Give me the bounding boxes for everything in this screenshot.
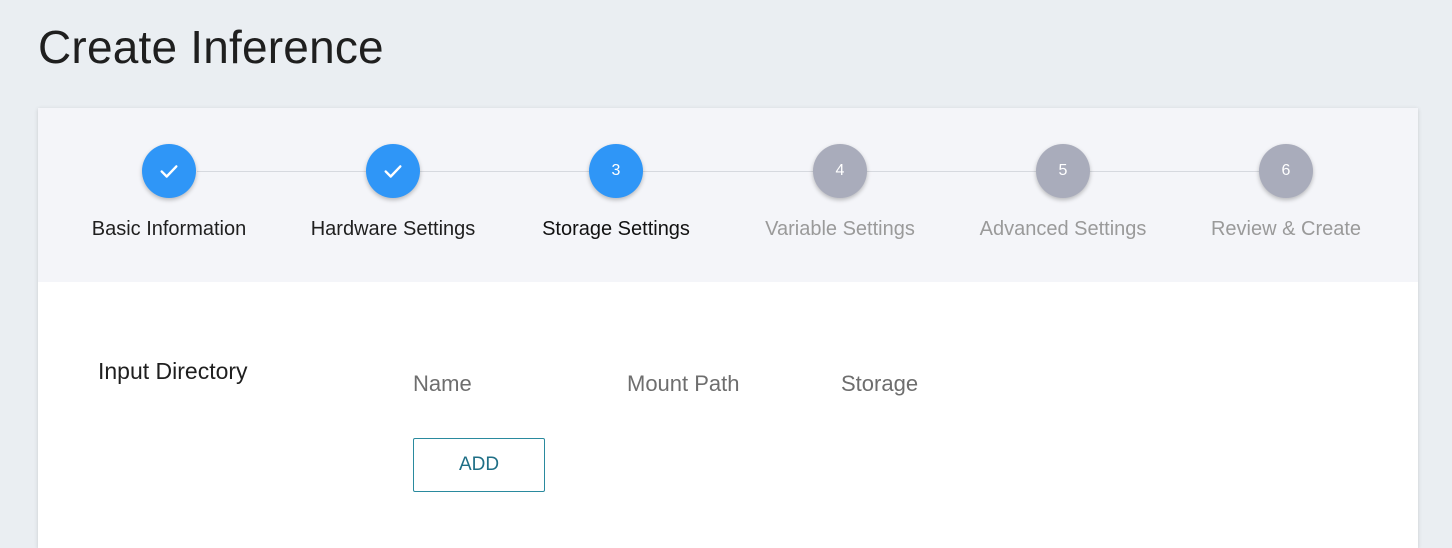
column-header-mount-path: Mount Path	[627, 371, 740, 396]
step-storage-settings: 3 Storage Settings	[516, 144, 716, 241]
page-title: Create Inference	[38, 21, 384, 73]
step-variable-settings: 4 Variable Settings	[740, 144, 940, 241]
step-1-circle	[142, 144, 196, 198]
step-3-circle: 3	[589, 144, 643, 198]
step-label: Hardware Settings	[310, 218, 476, 240]
step-2-circle	[366, 144, 420, 198]
step-label: Advanced Settings	[979, 218, 1147, 240]
column-header-name: Name	[413, 371, 472, 396]
step-label: Review & Create	[1210, 218, 1362, 240]
step-advanced-settings: 5 Advanced Settings	[963, 144, 1163, 241]
step-label: Basic Information	[91, 218, 247, 240]
step-6-circle: 6	[1259, 144, 1313, 198]
step-label: Storage Settings	[542, 218, 690, 240]
step-basic-information: Basic Information	[69, 144, 269, 241]
step-label: Variable Settings	[765, 218, 915, 240]
stepper: Basic Information Hardware Settings 3 St…	[38, 108, 1418, 282]
step-4-circle: 4	[813, 144, 867, 198]
check-icon	[160, 165, 178, 178]
form-card: Basic Information Hardware Settings 3 St…	[38, 108, 1418, 548]
add-button[interactable]: ADD	[413, 438, 545, 492]
step-5-circle: 5	[1036, 144, 1090, 198]
input-directory-label: Input Directory	[98, 358, 248, 384]
column-header-storage: Storage	[841, 371, 919, 396]
step-review-create: 6 Review & Create	[1186, 144, 1386, 241]
step-hardware-settings: Hardware Settings	[293, 144, 493, 241]
check-icon	[384, 165, 402, 178]
